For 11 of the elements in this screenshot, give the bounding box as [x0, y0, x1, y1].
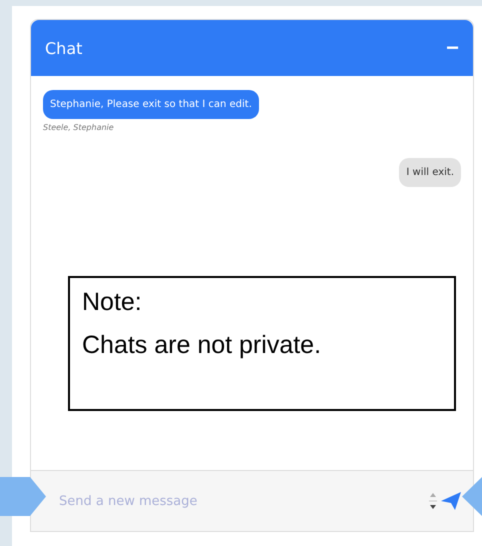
- pointer-arrow-icon: [0, 477, 46, 516]
- send-icon[interactable]: [441, 492, 461, 510]
- message-bubble: Stephanie, Please exit so that I can edit.: [43, 90, 259, 119]
- message-bubble: I will exit.: [399, 158, 461, 187]
- note-text: Chats are not private.: [82, 331, 322, 360]
- stepper-icon[interactable]: [429, 491, 437, 511]
- message-author: Steele, Stephanie: [43, 123, 115, 132]
- chat-title: Chat: [45, 38, 82, 58]
- note-heading: Note:: [82, 288, 143, 317]
- pointer-arrow-icon: [462, 477, 482, 516]
- minimize-button[interactable]: −: [446, 35, 459, 61]
